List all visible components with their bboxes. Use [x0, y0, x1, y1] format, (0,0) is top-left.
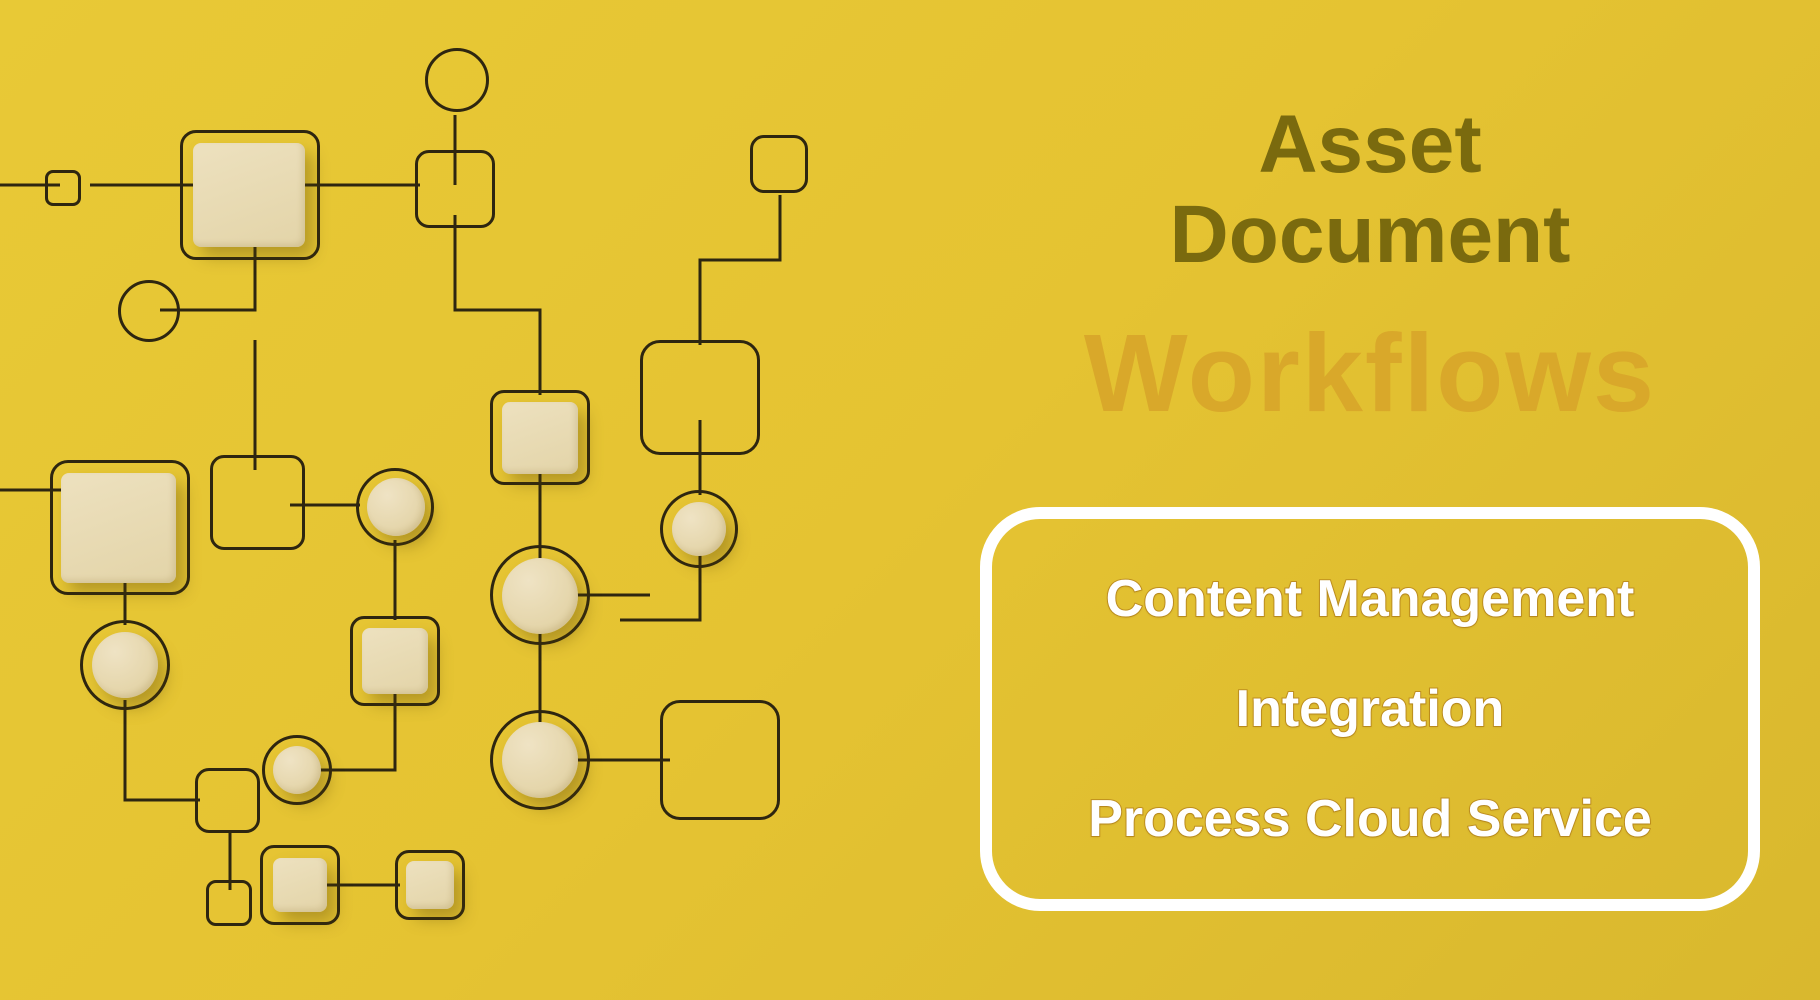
feature-content-management: Content Management — [1106, 569, 1635, 629]
feature-box: Content Management Integration Process C… — [980, 507, 1760, 911]
text-panel: Asset Document Workflows Content Managem… — [920, 0, 1820, 1000]
title-workflows: Workflows — [1084, 310, 1656, 437]
workflow-diagram — [0, 0, 920, 1000]
feature-process-cloud-service: Process Cloud Service — [1088, 789, 1652, 849]
title-line-1: Asset — [1258, 100, 1481, 190]
title-line-2: Document — [1170, 190, 1571, 280]
feature-integration: Integration — [1236, 679, 1505, 739]
